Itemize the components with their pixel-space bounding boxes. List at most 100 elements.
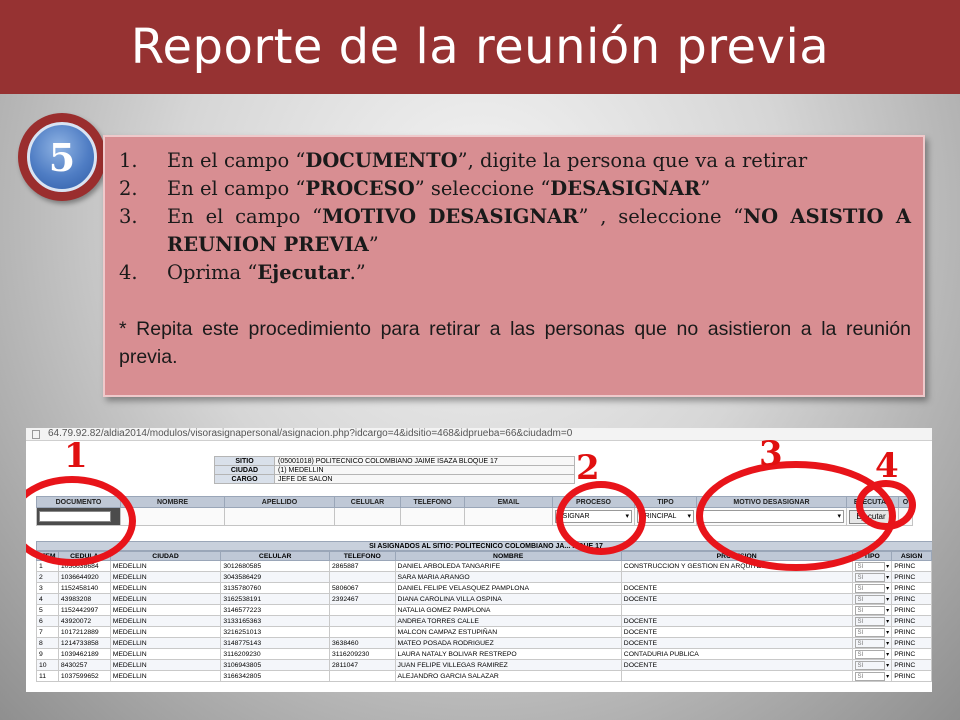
table-cell: ALEJANDRO GARCIA SALAZAR [394, 670, 622, 682]
table-cell: MEDELLIN [109, 582, 222, 594]
list-column-header: CELULAR [220, 551, 331, 561]
table-cell: 9 [36, 648, 59, 660]
table-cell: DOCENTE [620, 659, 853, 671]
table-cell: 2392467 [329, 593, 396, 605]
site-info-value: (1) MEDELLIN [274, 465, 575, 475]
table-cell: PRINC [891, 626, 932, 638]
table-cell: 3012680585 [220, 560, 331, 572]
table-cell: 8430257 [57, 659, 111, 671]
apellido-field[interactable] [224, 507, 335, 526]
table-row[interactable]: 10 8430257 MEDELLIN 3106943805 2811047 JUAN F… [36, 659, 932, 671]
table-row[interactable]: 2 1036644920 MEDELLIN 3043586429 SARA MARIA … [36, 571, 932, 583]
table-cell: 1036644920 [57, 571, 111, 583]
tipo-select[interactable]: SI [854, 638, 885, 648]
list-column-header: ASIGN [891, 551, 932, 561]
email-field[interactable] [464, 507, 553, 526]
slide-title-bar: Reporte de la reunión previa [0, 0, 960, 94]
instruction-fragment: ” , seleccione “ [578, 205, 744, 228]
table-cell: MEDELLIN [109, 593, 222, 605]
instruction-fragment: ” [700, 177, 711, 200]
table-cell: SI ▾ [851, 615, 893, 627]
callout-number-1: 1 [64, 436, 88, 476]
tipo-select[interactable]: SI [854, 616, 885, 626]
table-cell: SI ▾ [851, 593, 893, 605]
tipo-select[interactable]: SI [854, 572, 885, 582]
tipo-select[interactable]: SI [854, 605, 885, 615]
table-cell: MEDELLIN [109, 637, 222, 649]
table-cell: SI ▾ [851, 626, 893, 638]
tipo-select[interactable]: SI [854, 660, 885, 670]
site-info-row: SITIO (05001018) POLITECNICO COLOMBIANO J… [214, 456, 575, 466]
table-cell [329, 604, 396, 616]
site-info-label: CARGO [214, 474, 275, 484]
instruction-text: En el campo “DOCUMENTO”, digite la perso… [167, 147, 911, 175]
nombre-field[interactable] [120, 507, 225, 526]
tipo-select[interactable]: SI [854, 594, 885, 604]
table-cell: DIANA CAROLINA VILLA OSPINA [394, 593, 622, 605]
table-cell: MEDELLIN [109, 670, 222, 682]
tipo-select[interactable]: SI [854, 561, 885, 571]
instructions-list: 1. En el campo “DOCUMENTO”, digite la per… [119, 147, 911, 287]
callout-number-4: 4 [875, 446, 899, 486]
instruction-item: 2. En el campo “PROCESO” seleccione “DESA… [119, 175, 911, 203]
instruction-text: En el campo “PROCESO” seleccione “DESASI… [167, 175, 911, 203]
address-bar-url: 64.79.92.82/aldia2014/modulos/visorasign… [48, 428, 573, 439]
table-row[interactable]: 11 1037599652 MEDELLIN 3166342805 ALEJANDRO … [36, 670, 932, 682]
table-row[interactable]: 4 43983208 MEDELLIN 3162538191 2392467 DIANA … [36, 593, 932, 605]
table-cell: SI ▾ [851, 582, 893, 594]
web-app-screenshot: 64.79.92.82/aldia2014/modulos/visorasign… [26, 428, 932, 692]
table-row[interactable]: 9 1039462189 MEDELLIN 3116209230 3116209230 L… [36, 648, 932, 660]
table-cell: NATALIA GOMEZ PAMPLONA [394, 604, 622, 616]
table-cell: 5806067 [329, 582, 396, 594]
table-row[interactable]: 3 1152458140 MEDELLIN 3135780760 5806067 DANI… [36, 582, 932, 594]
table-row[interactable]: 7 1017212889 MEDELLIN 3216251013 MALCON CAMP… [36, 626, 932, 638]
table-cell: DOCENTE [620, 582, 853, 594]
chevron-down-icon: ▾ [884, 618, 890, 625]
callout-ring-2 [556, 481, 646, 555]
table-cell: MEDELLIN [109, 659, 222, 671]
table-cell: 2811047 [329, 659, 396, 671]
tipo-select[interactable]: SI [854, 671, 885, 681]
form-column-header: TELEFONO [400, 496, 465, 508]
site-info-row: CARGO JEFE DE SALON [214, 474, 575, 484]
table-row[interactable]: 6 43920072 MEDELLIN 3133165363 ANDREA TORRES… [36, 615, 932, 627]
table-cell: PRINC [891, 593, 932, 605]
address-bar[interactable]: 64.79.92.82/aldia2014/modulos/visorasign… [26, 428, 932, 441]
table-cell [329, 615, 396, 627]
table-cell [620, 670, 853, 682]
table-cell: DOCENTE [620, 637, 853, 649]
instructions-box: 1. En el campo “DOCUMENTO”, digite la per… [103, 135, 925, 397]
instructions-note: * Repita este procedimiento para retirar… [119, 318, 911, 368]
table-cell [620, 604, 853, 616]
celular-field[interactable] [334, 507, 401, 526]
table-cell: 1152442997 [57, 604, 111, 616]
chevron-down-icon: ▾ [884, 673, 890, 680]
table-cell: 43983208 [57, 593, 111, 605]
instruction-item: 3. En el campo “MOTIVO DESASIGNAR” , sele… [119, 203, 911, 259]
table-row[interactable]: 5 1152442997 MEDELLIN 3146577223 NATALIA GOM… [36, 604, 932, 616]
table-cell: 43920072 [57, 615, 111, 627]
table-row[interactable]: 8 1214733858 MEDELLIN 3148775143 3638460 MATE… [36, 637, 932, 649]
callout-number-3: 3 [759, 434, 783, 474]
table-cell: ANDREA TORRES CALLE [394, 615, 622, 627]
tipo-select[interactable]: SI [854, 627, 885, 637]
tipo-select[interactable]: SI [854, 583, 885, 593]
chevron-down-icon: ▾ [884, 563, 890, 570]
tipo-select[interactable]: SI [854, 649, 885, 659]
table-cell: SI ▾ [851, 648, 893, 660]
telefono-field[interactable] [400, 507, 465, 526]
table-cell: SI ▾ [851, 571, 893, 583]
table-cell: SI ▾ [851, 659, 893, 671]
table-cell: 3146577223 [220, 604, 331, 616]
table-cell: MEDELLIN [109, 560, 222, 572]
form-column-header: CELULAR [334, 496, 401, 508]
instruction-fragment: ” seleccione “ [414, 177, 551, 200]
table-cell [329, 626, 396, 638]
table-cell: CONTADURIA PUBLICA [620, 648, 853, 660]
chevron-down-icon: ▾ [884, 662, 890, 669]
chevron-down-icon: ▾ [884, 574, 890, 581]
table-cell: LAURA NATALY BOLIVAR RESTREPO [394, 648, 622, 660]
table-cell: MEDELLIN [109, 615, 222, 627]
instruction-fragment: ” [368, 233, 379, 256]
table-cell: 3 [36, 582, 59, 594]
